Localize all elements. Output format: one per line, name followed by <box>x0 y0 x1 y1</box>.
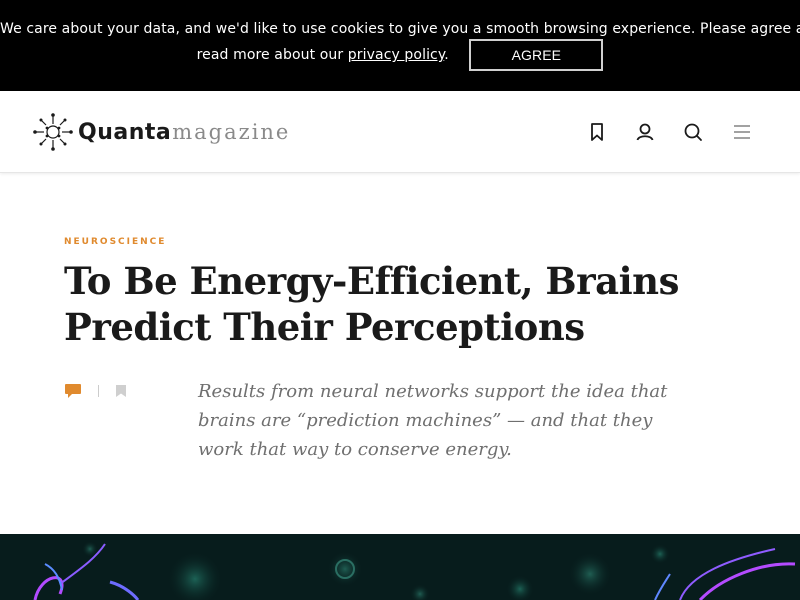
agree-button[interactable]: AGREE <box>469 39 604 71</box>
bookmark-icon[interactable] <box>115 384 127 398</box>
comment-icon[interactable] <box>64 383 82 399</box>
divider <box>98 385 99 397</box>
cookie-message: We care about your data, and we'd like t… <box>0 21 800 37</box>
cookie-message-suffix: . <box>444 47 449 63</box>
quanta-logo-icon <box>33 113 73 151</box>
article-actions <box>64 382 127 400</box>
search-icon[interactable] <box>682 121 704 143</box>
privacy-policy-link[interactable]: privacy policy <box>348 47 444 63</box>
hero-image <box>0 534 800 600</box>
cookie-message-prefix: read more about our <box>196 47 348 63</box>
bookmark-icon[interactable] <box>586 121 608 143</box>
article-category[interactable]: NEUROSCIENCE <box>64 237 166 247</box>
menu-icon[interactable] <box>731 121 753 143</box>
logo-wordmark: Quanta <box>78 119 172 145</box>
article-dek: Results from neural networks support the… <box>198 381 668 460</box>
cookie-message-line2: read more about our privacy policy. AGRE… <box>0 39 800 71</box>
site-logo[interactable]: Quanta magazine <box>32 112 290 152</box>
logo-subtitle: magazine <box>172 120 291 144</box>
article-headline: To Be Energy-Efficient, Brains Predict T… <box>64 259 679 349</box>
site-header: Quanta magazine <box>0 91 800 173</box>
cookie-banner: We care about your data, and we'd like t… <box>0 0 800 91</box>
user-icon[interactable] <box>634 121 656 143</box>
